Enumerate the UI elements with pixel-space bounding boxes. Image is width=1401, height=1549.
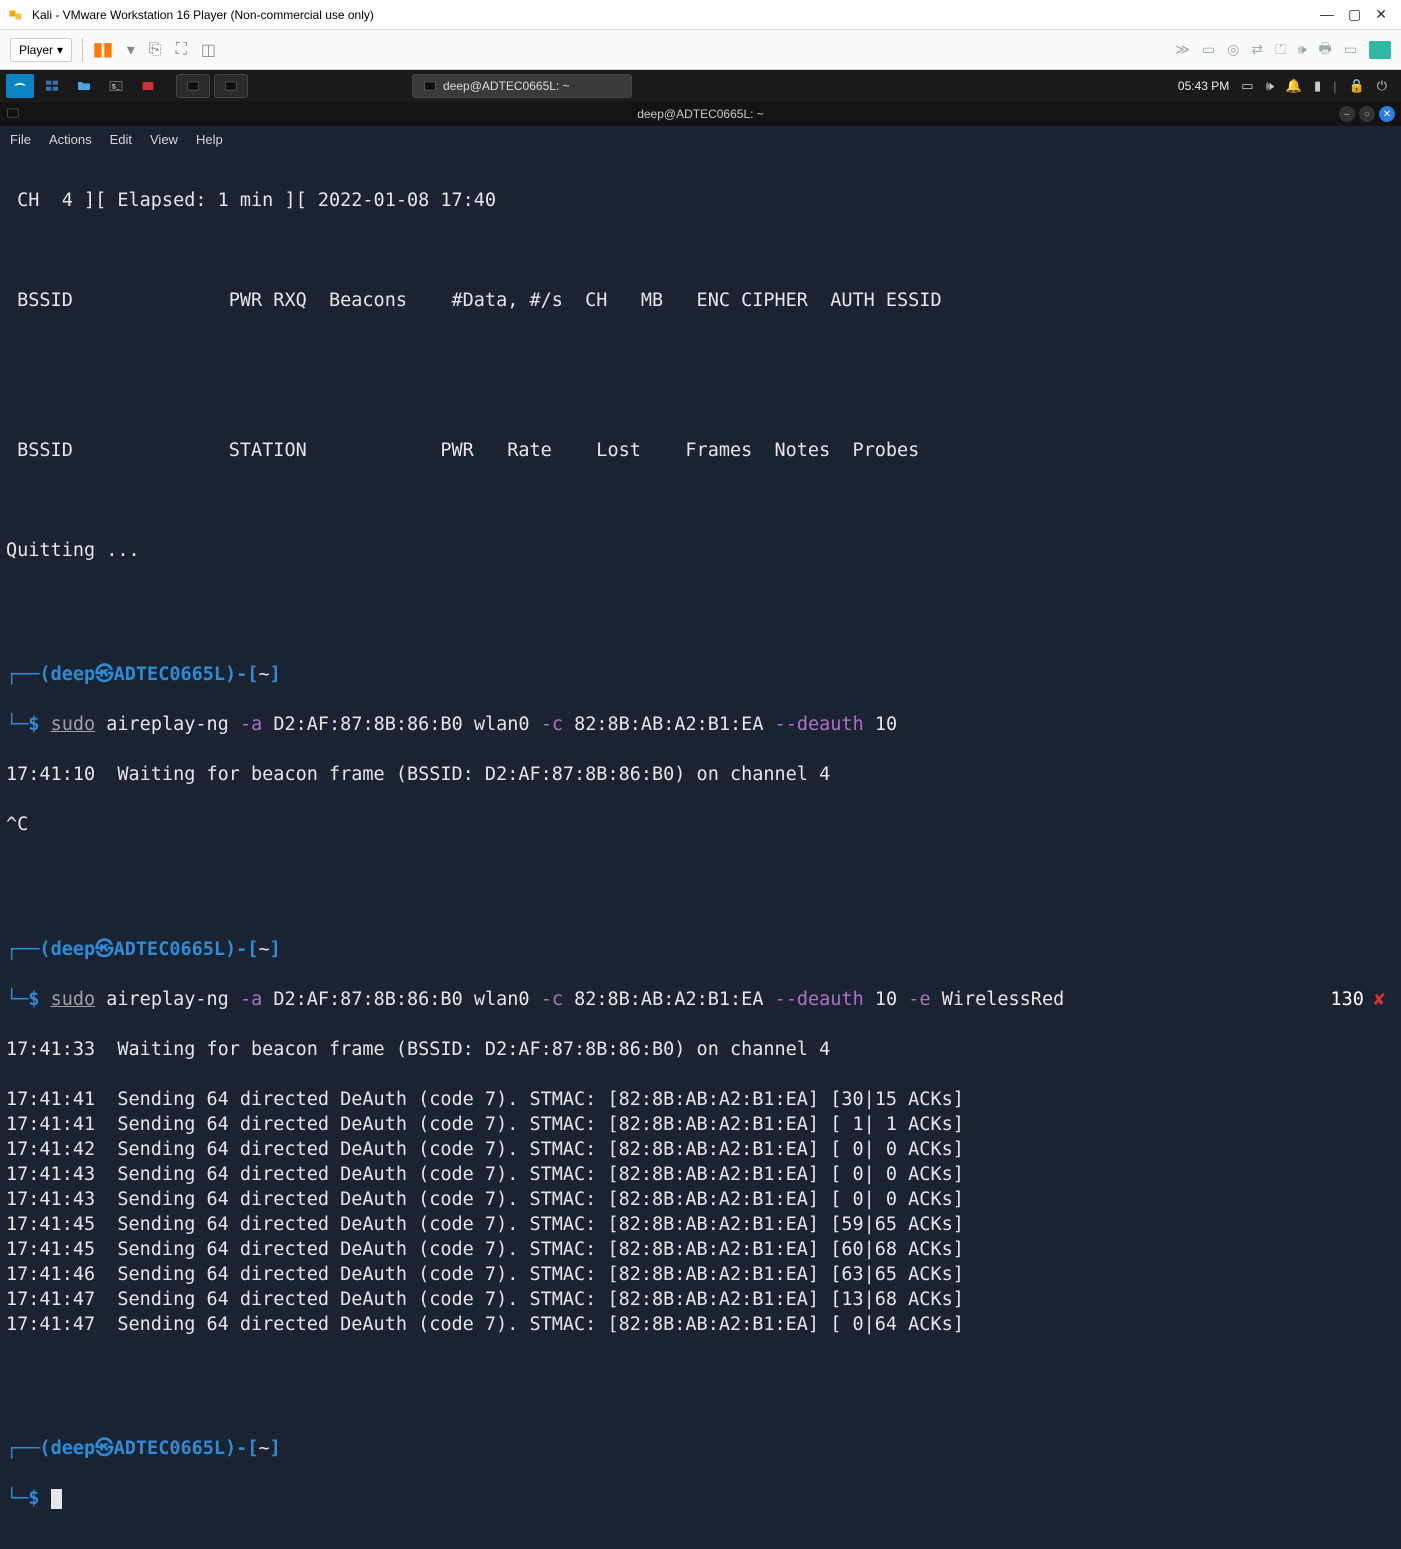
- prompt-line-1: ┌──(deep㉿ADTEC0665L)-[~]: [6, 663, 1395, 688]
- terminal-body[interactable]: CH 4 ][ Elapsed: 1 min ][ 2022-01-08 17:…: [0, 152, 1401, 1549]
- deauth-line: 17:41:47 Sending 64 directed DeAuth (cod…: [6, 1288, 1395, 1313]
- pause-icon[interactable]: ▮▮: [93, 39, 113, 60]
- volume-icon[interactable]: 🕪: [1266, 78, 1274, 94]
- network-icon[interactable]: ⇄: [1251, 41, 1263, 58]
- deauth-line: 17:41:45 Sending 64 directed DeAuth (cod…: [6, 1213, 1395, 1238]
- menu-view[interactable]: View: [150, 132, 178, 147]
- airodump-header: CH 4 ][ Elapsed: 1 min ][ 2022-01-08 17:…: [6, 189, 1395, 214]
- vmware-icon: [8, 6, 26, 24]
- prompt-line-3b: └─$: [6, 1487, 1395, 1512]
- task-terminal-active[interactable]: deep@ADTEC0665L: ~: [412, 74, 632, 98]
- cmd2-wait: 17:41:33 Waiting for beacon frame (BSSID…: [6, 1038, 1395, 1063]
- deauth-line: 17:41:45 Sending 64 directed DeAuth (cod…: [6, 1238, 1395, 1263]
- menu-help[interactable]: Help: [196, 132, 223, 147]
- kali-menu-button[interactable]: [6, 74, 34, 98]
- chevron-down-icon[interactable]: ▾: [127, 40, 135, 60]
- host-window-controls: — ▢ ✕: [1320, 6, 1393, 23]
- workspaces-button[interactable]: [38, 74, 66, 98]
- kali-panel: $_ deep@ADTEC0665L: ~ 05:43 PM ▭ 🕪 🔔 ▮ |…: [0, 70, 1401, 102]
- fullscreen-icon[interactable]: ⛶: [176, 41, 187, 59]
- player-label: Player: [19, 43, 53, 57]
- vm-tool-icons: ▮▮ ▾ ⎘ ⛶ ◫: [93, 39, 216, 60]
- kali-panel-right: 05:43 PM ▭ 🕪 🔔 ▮ | 🔒 ⏻: [1178, 78, 1397, 94]
- send-keys-icon[interactable]: ⎘: [149, 41, 162, 59]
- terminal-title-icon: [6, 106, 20, 123]
- menu-file[interactable]: File: [10, 132, 31, 147]
- airodump-cols-sta: BSSID STATION PWR Rate Lost Frames Notes…: [6, 439, 1395, 464]
- prompt-line-3: ┌──(deep㉿ADTEC0665L)-[~]: [6, 1437, 1395, 1462]
- vm-toolbar-right: ≫ ▭ ◎ ⇄ ⏍ 🕪 🖶 ▭: [1175, 38, 1391, 62]
- dropdown-icon: ▾: [57, 43, 63, 57]
- deauth-line: 17:41:42 Sending 64 directed DeAuth (cod…: [6, 1138, 1395, 1163]
- display-icon[interactable]: ▭: [1241, 78, 1253, 94]
- exit-status-badge: 130✘: [1330, 988, 1395, 1013]
- deauth-line: 17:41:43 Sending 64 directed DeAuth (cod…: [6, 1188, 1395, 1213]
- cmd-line-1: └─$ sudo aireplay-ng -a D2:AF:87:8B:86:B…: [6, 713, 1395, 738]
- battery-icon[interactable]: ▮: [1314, 78, 1321, 94]
- fast-forward-icon[interactable]: ≫: [1175, 41, 1190, 58]
- sound-icon[interactable]: 🕪: [1298, 41, 1307, 58]
- terminal-launcher-button[interactable]: $_: [102, 74, 130, 98]
- term-minimize-button[interactable]: –: [1339, 106, 1355, 122]
- deauth-line: 17:41:43 Sending 64 directed DeAuth (cod…: [6, 1163, 1395, 1188]
- device-icon[interactable]: ▭: [1344, 41, 1357, 58]
- host-titlebar: Kali - VMware Workstation 16 Player (Non…: [0, 0, 1401, 30]
- cmd1-output-2: ^C: [6, 813, 1395, 838]
- cursor-block: [51, 1489, 62, 1509]
- deauth-line: 17:41:41 Sending 64 directed DeAuth (cod…: [6, 1113, 1395, 1138]
- vmware-toolbar: Player ▾ ▮▮ ▾ ⎘ ⛶ ◫ ≫ ▭ ◎ ⇄ ⏍ 🕪 🖶 ▭: [0, 30, 1401, 70]
- term-close-button[interactable]: ✕: [1379, 106, 1395, 122]
- deauth-line: 17:41:46 Sending 64 directed DeAuth (cod…: [6, 1263, 1395, 1288]
- terminal-title: deep@ADTEC0665L: ~: [637, 107, 764, 121]
- player-menu-button[interactable]: Player ▾: [10, 38, 72, 62]
- active-task-label: deep@ADTEC0665L: ~: [443, 79, 570, 93]
- unity-icon[interactable]: ◫: [201, 40, 216, 60]
- menu-actions[interactable]: Actions: [49, 132, 92, 147]
- usb-icon[interactable]: ⏍: [1275, 41, 1286, 58]
- task-terminal-2[interactable]: [214, 74, 248, 98]
- maximize-button[interactable]: ▢: [1348, 6, 1361, 23]
- term-maximize-button[interactable]: ○: [1359, 106, 1375, 122]
- power-icon[interactable]: ⏻: [1377, 78, 1387, 94]
- files-button[interactable]: [70, 74, 98, 98]
- cdrom-icon[interactable]: ◎: [1227, 41, 1239, 58]
- task-terminal-1[interactable]: [176, 74, 210, 98]
- svg-text:$_: $_: [112, 84, 120, 91]
- printer-icon[interactable]: 🖶: [1319, 38, 1332, 62]
- deauth-line: 17:41:41 Sending 64 directed DeAuth (cod…: [6, 1088, 1395, 1113]
- message-icon[interactable]: [1369, 41, 1391, 59]
- disk-icon[interactable]: ▭: [1202, 41, 1215, 58]
- panel-separator: |: [1333, 79, 1336, 94]
- prompt-line-2: ┌──(deep㉿ADTEC0665L)-[~]: [6, 938, 1395, 963]
- toolbar-separator: [82, 38, 83, 62]
- close-button[interactable]: ✕: [1375, 6, 1387, 23]
- airodump-cols-ap: BSSID PWR RXQ Beacons #Data, #/s CH MB E…: [6, 289, 1395, 314]
- deauth-line: 17:41:47 Sending 64 directed DeAuth (cod…: [6, 1313, 1395, 1338]
- notifications-icon[interactable]: 🔔: [1286, 78, 1302, 94]
- host-window-title: Kali - VMware Workstation 16 Player (Non…: [32, 8, 1320, 22]
- menu-edit[interactable]: Edit: [110, 132, 132, 147]
- terminal-titlebar[interactable]: deep@ADTEC0665L: ~ – ○ ✕: [0, 102, 1401, 126]
- kazam-button[interactable]: [134, 74, 162, 98]
- cmd-line-2: └─$ sudo aireplay-ng -a D2:AF:87:8B:86:B…: [6, 988, 1395, 1013]
- minimize-button[interactable]: —: [1320, 6, 1334, 23]
- clock-label: 05:43 PM: [1178, 79, 1229, 93]
- cmd1-output-1: 17:41:10 Waiting for beacon frame (BSSID…: [6, 763, 1395, 788]
- terminal-menubar: File Actions Edit View Help: [0, 126, 1401, 152]
- lock-icon[interactable]: 🔒: [1349, 78, 1365, 94]
- quitting-line: Quitting ...: [6, 539, 1395, 564]
- deauth-output-lines: 17:41:41 Sending 64 directed DeAuth (cod…: [6, 1088, 1395, 1338]
